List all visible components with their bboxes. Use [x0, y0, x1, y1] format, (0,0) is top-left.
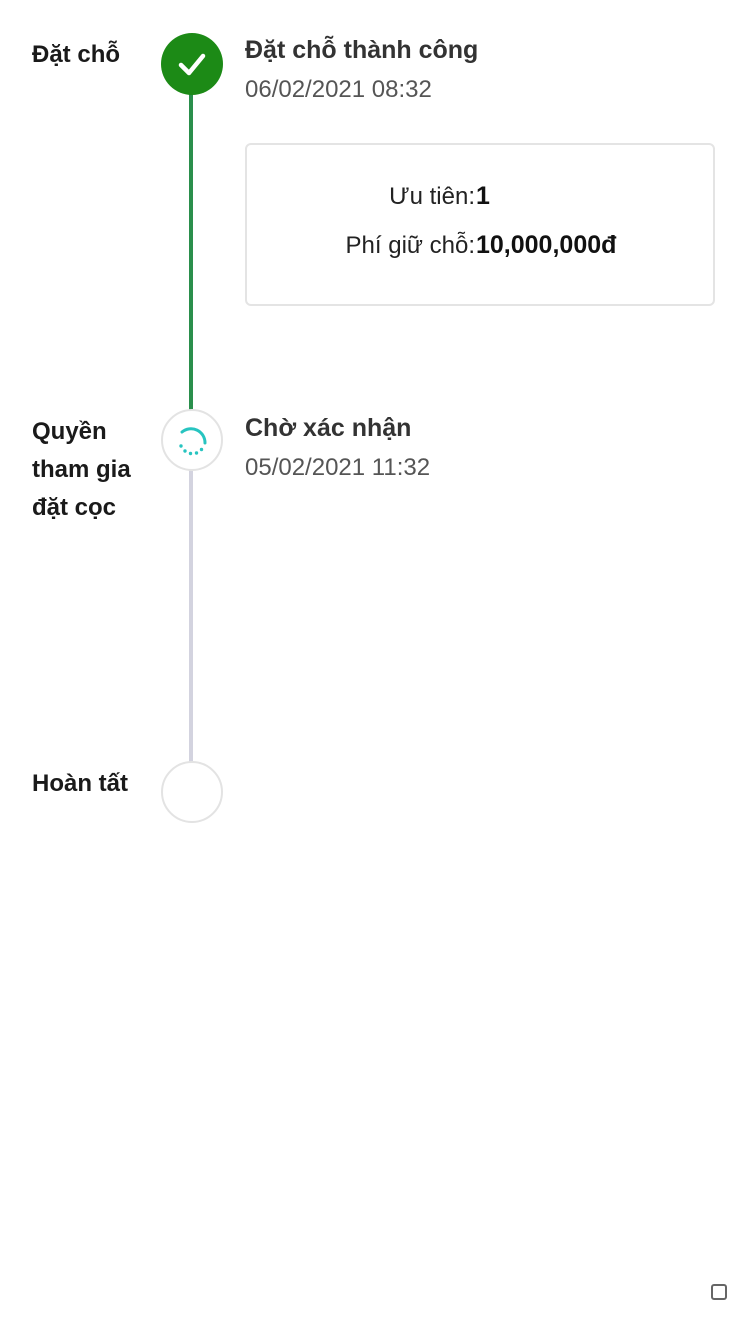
- event-title: Chờ xác nhận: [245, 414, 412, 442]
- event-title: Đặt chỗ thành công: [245, 36, 479, 64]
- step-node-quyen-tham-gia-dat-coc: [161, 409, 223, 471]
- step-label-dat-cho: Đặt chỗ: [32, 41, 121, 68]
- timeline-connector-done: [189, 94, 193, 410]
- priority-value: 1: [476, 182, 490, 210]
- timeline-connector-pending: [189, 470, 193, 762]
- holding-fee-label: Phí giữ chỗ:: [345, 232, 475, 259]
- step-node-hoan-tat: [161, 761, 223, 823]
- spinner-icon: [179, 427, 207, 456]
- priority-label: Ưu tiên:: [389, 183, 475, 210]
- event-timestamp: 05/02/2021 11:32: [245, 454, 431, 481]
- step-label-hoan-tat: Hoàn tất: [32, 770, 128, 797]
- holding-fee-value: 10,000,000đ: [476, 231, 617, 259]
- corner-square-icon: [711, 1284, 727, 1300]
- step-label-quyen-tham-gia-dat-coc: Quyền tham gia đặt cọc: [32, 418, 131, 521]
- check-icon: [178, 53, 206, 76]
- reservation-details-card: Ưu tiên: 1 Phí giữ chỗ: 10,000,000đ: [245, 143, 715, 306]
- event-timestamp: 06/02/2021 08:32: [245, 76, 432, 103]
- step-node-dat-cho: [161, 33, 223, 95]
